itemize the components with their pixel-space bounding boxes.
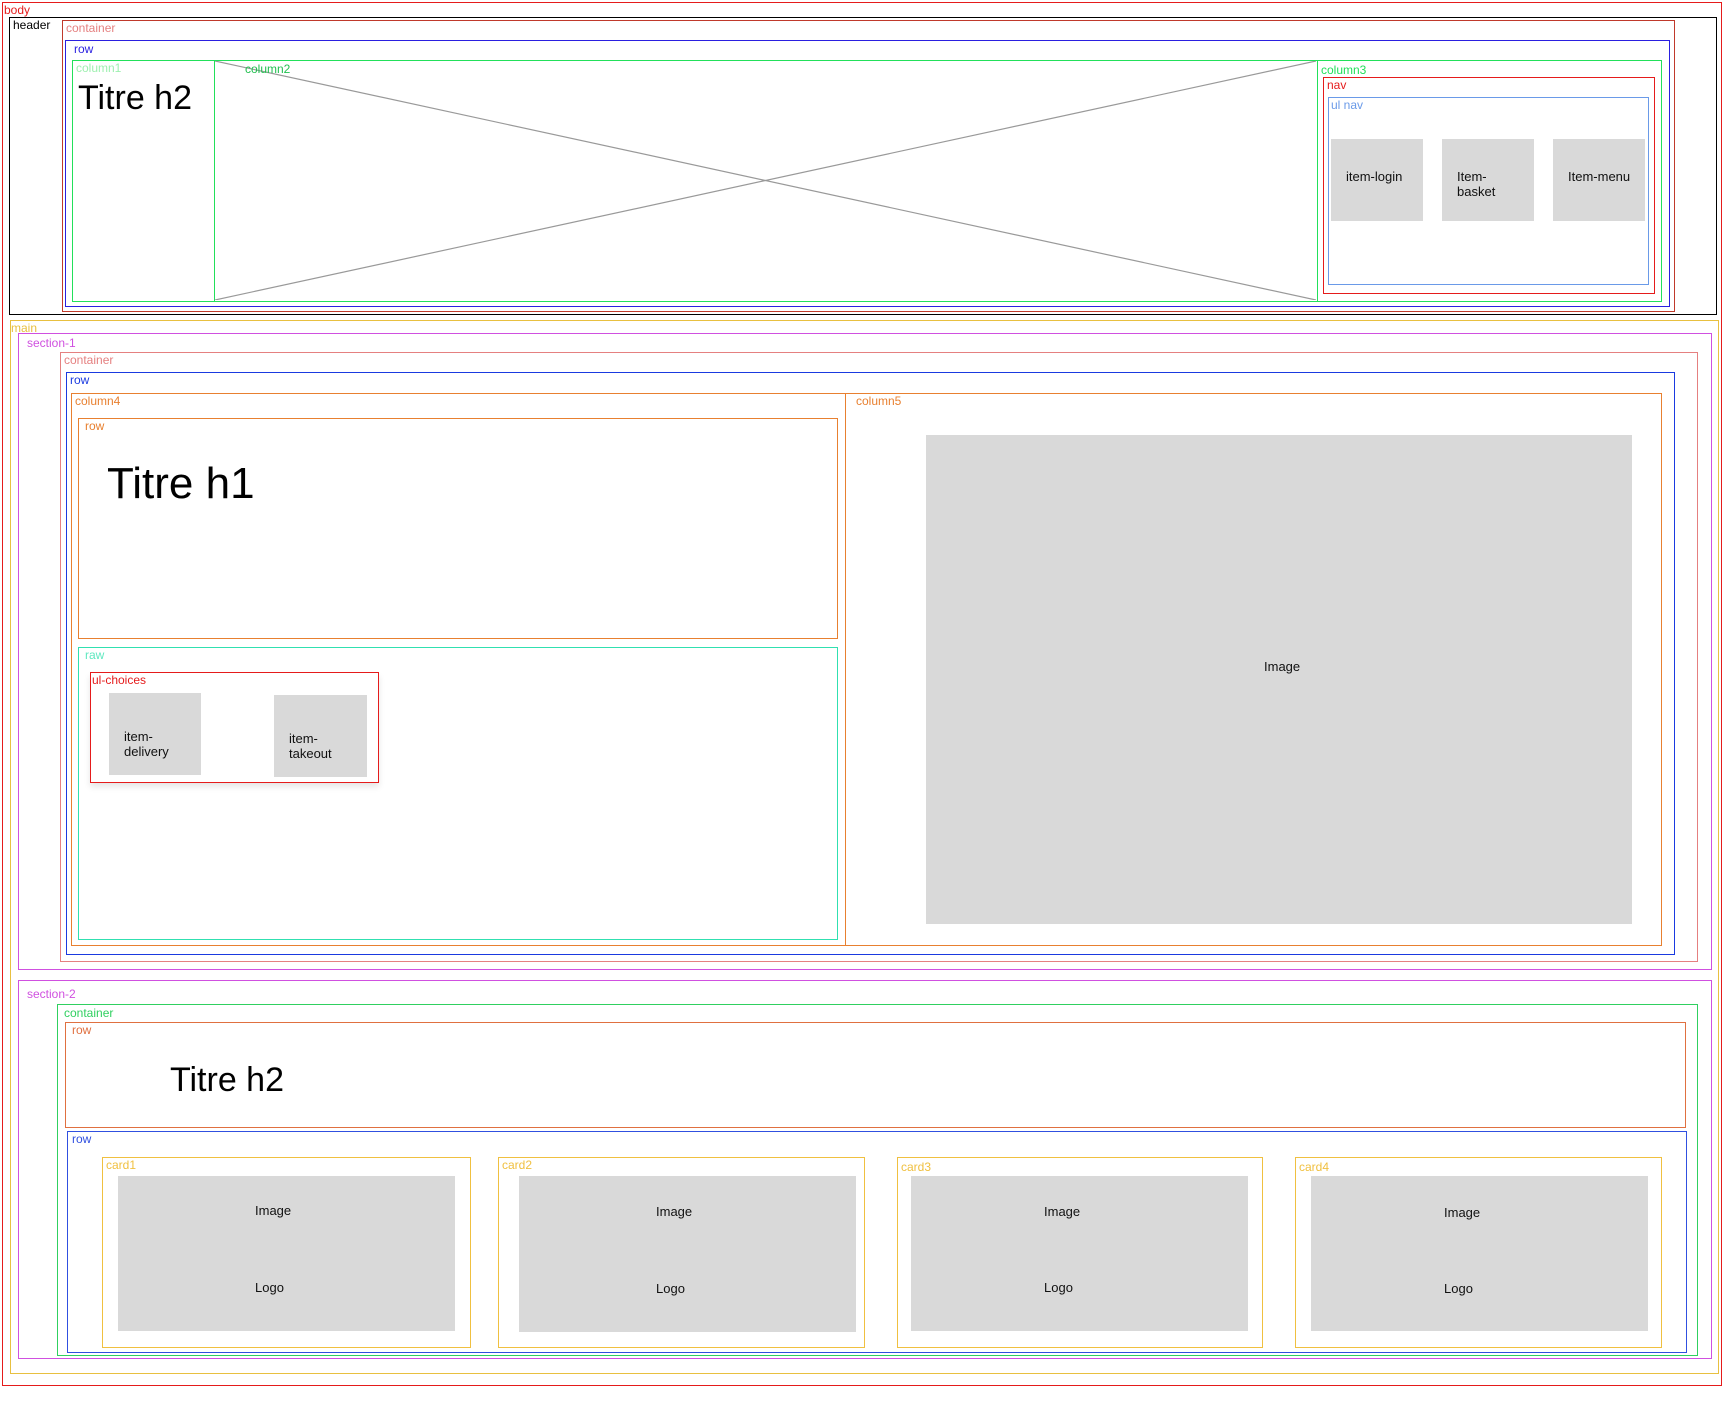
column4-inner-row-box: row Titre h1 [78,418,838,639]
hero-image-placeholder: Image [926,435,1632,924]
ul-choices-label: ul-choices [92,673,147,687]
nav-item-basket[interactable]: Item- basket [1442,139,1534,221]
header-title: Titre h2 [78,79,193,117]
card-label: card3 [901,1160,932,1174]
column1-label: column1 [76,61,122,75]
header-label: header [13,18,51,32]
card-image-label: Image [255,1203,292,1218]
card-3[interactable]: card3 Image Logo [897,1157,1263,1348]
card-logo-label: Logo [1444,1281,1473,1296]
hero-title: Titre h1 [107,459,255,508]
card-image-placeholder: Image Logo [1311,1176,1648,1331]
card-image-label: Image [1044,1204,1081,1219]
ul-nav-label: ul nav [1331,98,1364,112]
body-label: body [4,3,31,17]
container-label: container [64,353,114,367]
card-1[interactable]: card1 Image Logo [102,1157,471,1348]
container-label: container [64,1006,114,1020]
nav-item-label: Item- basket [1457,169,1496,199]
card-image-placeholder: Image Logo [519,1176,856,1332]
nav-item-label: item-login [1346,169,1403,184]
column2-box: column2 [214,60,1318,302]
card-image-placeholder: Image Logo [911,1176,1248,1331]
section-2-title-row-box: row Titre h2 [65,1022,1686,1128]
card-2[interactable]: card2 Image Logo [498,1157,865,1348]
card-label: card4 [1299,1160,1330,1174]
column5-label: column5 [856,394,902,408]
card-image-label: Image [656,1204,693,1219]
column3-label: column3 [1321,63,1367,77]
section-1-label: section-1 [27,336,76,350]
nav-item-menu[interactable]: Item-menu [1553,139,1645,221]
card-logo-label: Logo [656,1281,685,1296]
row-label: row [72,1132,92,1146]
card-image-label: Image [1444,1205,1481,1220]
row-label: row [85,419,105,433]
image-label: Image [1264,659,1301,674]
nav-label: nav [1327,78,1347,92]
column2-label: column2 [245,62,291,76]
row-label: row [70,373,90,387]
row-label: row [74,42,94,56]
choice-item-delivery[interactable]: item- delivery [109,693,201,775]
card-label: card1 [106,1158,137,1172]
choice-item-takeout[interactable]: item- takeout [274,695,367,777]
image-placeholder-cross-icon [215,61,1316,300]
card-image-placeholder: Image Logo [118,1176,455,1331]
choice-item-label: item- takeout [289,731,332,761]
row-label: row [72,1023,92,1037]
card-logo-label: Logo [255,1280,284,1295]
section-2-label: section-2 [27,987,76,1001]
container-label: container [66,21,116,35]
card-label: card2 [502,1158,533,1172]
card-logo-label: Logo [1044,1280,1073,1295]
card-4[interactable]: card4 Image Logo [1295,1157,1662,1348]
choice-item-label: item- delivery [124,729,169,759]
column4-label: column4 [75,394,121,408]
nav-item-login[interactable]: item-login [1331,139,1423,221]
section-2-title: Titre h2 [170,1061,285,1099]
raw-label: raw [85,648,105,662]
nav-item-label: Item-menu [1568,169,1631,184]
column1-box: column1 Titre h2 [72,60,215,302]
